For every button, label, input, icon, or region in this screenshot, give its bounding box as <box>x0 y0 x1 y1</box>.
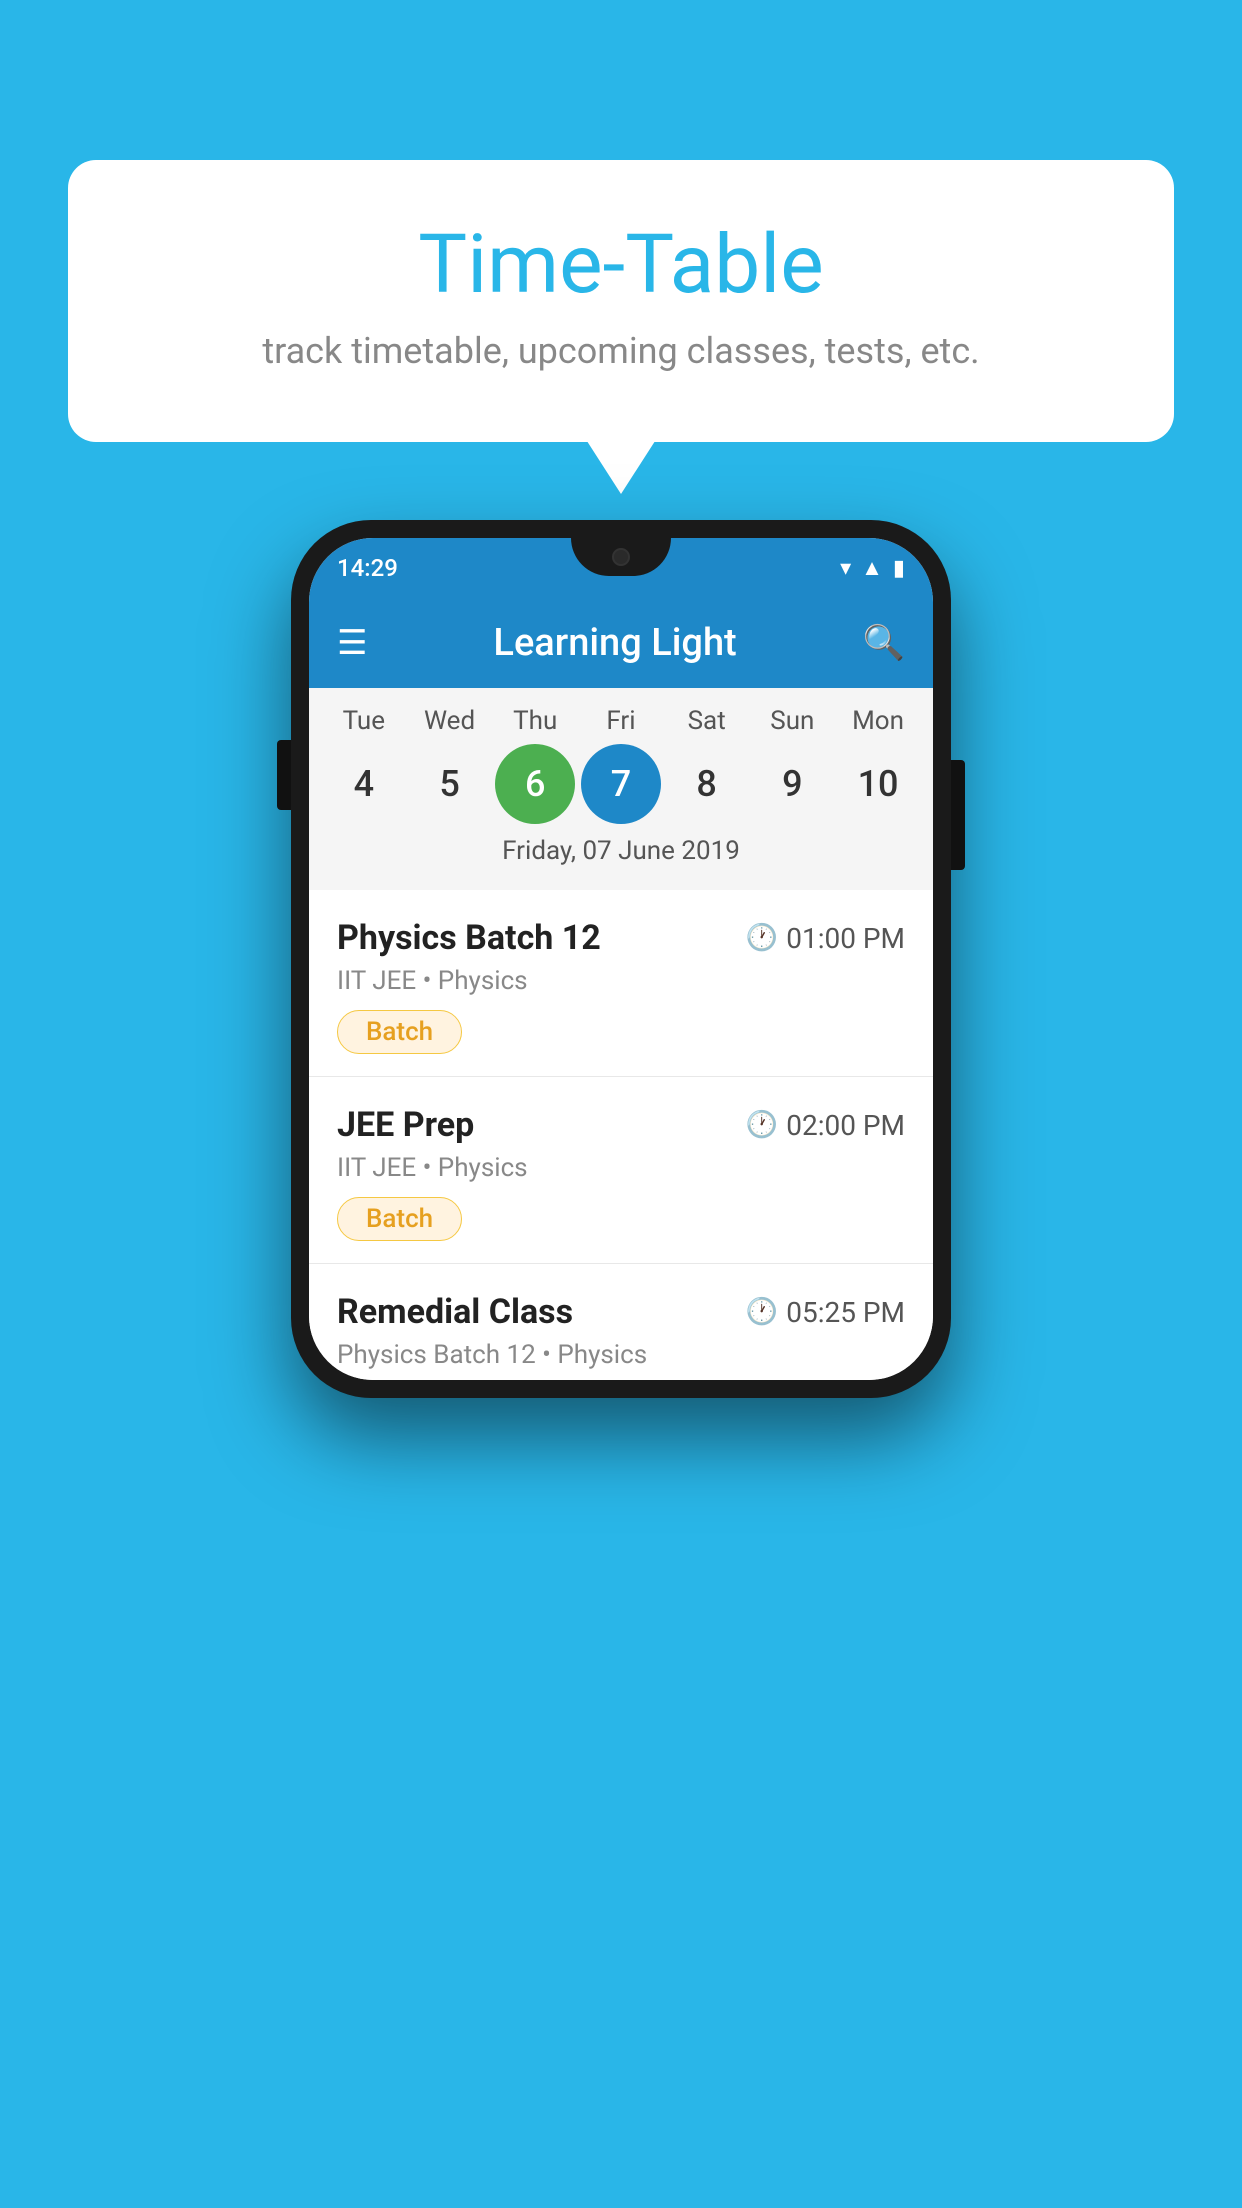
camera-dot <box>612 548 630 566</box>
class-time-1: 🕐 01:00 PM <box>746 922 905 955</box>
day-9[interactable]: 9 <box>752 744 832 824</box>
class-meta-1: IIT JEE • Physics <box>337 966 905 996</box>
day-header-thu: Thu <box>495 706 575 736</box>
class-time-3: 🕐 05:25 PM <box>746 1296 905 1329</box>
class-meta-2: IIT JEE • Physics <box>337 1153 905 1183</box>
bubble-title: Time-Table <box>148 220 1094 310</box>
day-header-mon: Mon <box>838 706 918 736</box>
day-numbers: 4 5 6 7 8 9 10 <box>309 744 933 824</box>
phone-outer: 14:29 ▾ ▲ ▮ ☰ Learning Light 🔍 Tue <box>291 520 951 1398</box>
class-item-2-header: JEE Prep 🕐 02:00 PM <box>337 1105 905 1145</box>
app-header-title: Learning Light <box>395 621 834 665</box>
class-name-3: Remedial Class <box>337 1292 573 1332</box>
wifi-icon: ▾ <box>840 556 851 581</box>
day-7-selected[interactable]: 7 <box>581 744 661 824</box>
calendar-strip: Tue Wed Thu Fri Sat Sun Mon 4 5 6 7 8 9 … <box>309 688 933 890</box>
bubble-subtitle: track timetable, upcoming classes, tests… <box>148 330 1094 372</box>
clock-icon-3: 🕐 <box>746 1297 778 1327</box>
class-item-1[interactable]: Physics Batch 12 🕐 01:00 PM IIT JEE • Ph… <box>309 890 933 1077</box>
phone-mockup: 14:29 ▾ ▲ ▮ ☰ Learning Light 🔍 Tue <box>291 520 951 1398</box>
class-name-2: JEE Prep <box>337 1105 474 1145</box>
hamburger-icon[interactable]: ☰ <box>337 626 367 660</box>
status-time: 14:29 <box>337 554 398 582</box>
search-icon[interactable]: 🔍 <box>863 623 905 663</box>
day-headers: Tue Wed Thu Fri Sat Sun Mon <box>309 706 933 736</box>
class-list: Physics Batch 12 🕐 01:00 PM IIT JEE • Ph… <box>309 890 933 1380</box>
battery-icon: ▮ <box>893 556 905 581</box>
class-meta-3: Physics Batch 12 • Physics <box>337 1340 905 1370</box>
notch-cutout <box>571 538 671 576</box>
day-header-sun: Sun <box>752 706 832 736</box>
speech-bubble-section: Time-Table track timetable, upcoming cla… <box>68 160 1174 442</box>
batch-tag-1: Batch <box>337 1010 462 1054</box>
day-4[interactable]: 4 <box>324 744 404 824</box>
class-item-3-header: Remedial Class 🕐 05:25 PM <box>337 1292 905 1332</box>
day-8[interactable]: 8 <box>667 744 747 824</box>
day-6-today[interactable]: 6 <box>495 744 575 824</box>
batch-tag-2: Batch <box>337 1197 462 1241</box>
clock-icon-2: 🕐 <box>746 1110 778 1140</box>
selected-date-label: Friday, 07 June 2019 <box>309 836 933 880</box>
day-header-tue: Tue <box>324 706 404 736</box>
class-name-1: Physics Batch 12 <box>337 918 601 958</box>
status-icons: ▾ ▲ ▮ <box>840 555 905 581</box>
clock-icon-1: 🕐 <box>746 923 778 953</box>
app-header: ☰ Learning Light 🔍 <box>309 598 933 688</box>
signal-icon: ▲ <box>861 555 883 581</box>
phone-screen: 14:29 ▾ ▲ ▮ ☰ Learning Light 🔍 Tue <box>309 538 933 1380</box>
class-item-3[interactable]: Remedial Class 🕐 05:25 PM Physics Batch … <box>309 1264 933 1380</box>
speech-bubble: Time-Table track timetable, upcoming cla… <box>68 160 1174 442</box>
day-10[interactable]: 10 <box>838 744 918 824</box>
status-bar: 14:29 ▾ ▲ ▮ <box>309 538 933 598</box>
day-header-fri: Fri <box>581 706 661 736</box>
day-5[interactable]: 5 <box>410 744 490 824</box>
class-item-2[interactable]: JEE Prep 🕐 02:00 PM IIT JEE • Physics Ba… <box>309 1077 933 1264</box>
class-item-1-header: Physics Batch 12 🕐 01:00 PM <box>337 918 905 958</box>
day-header-sat: Sat <box>667 706 747 736</box>
day-header-wed: Wed <box>410 706 490 736</box>
class-time-2: 🕐 02:00 PM <box>746 1109 905 1142</box>
